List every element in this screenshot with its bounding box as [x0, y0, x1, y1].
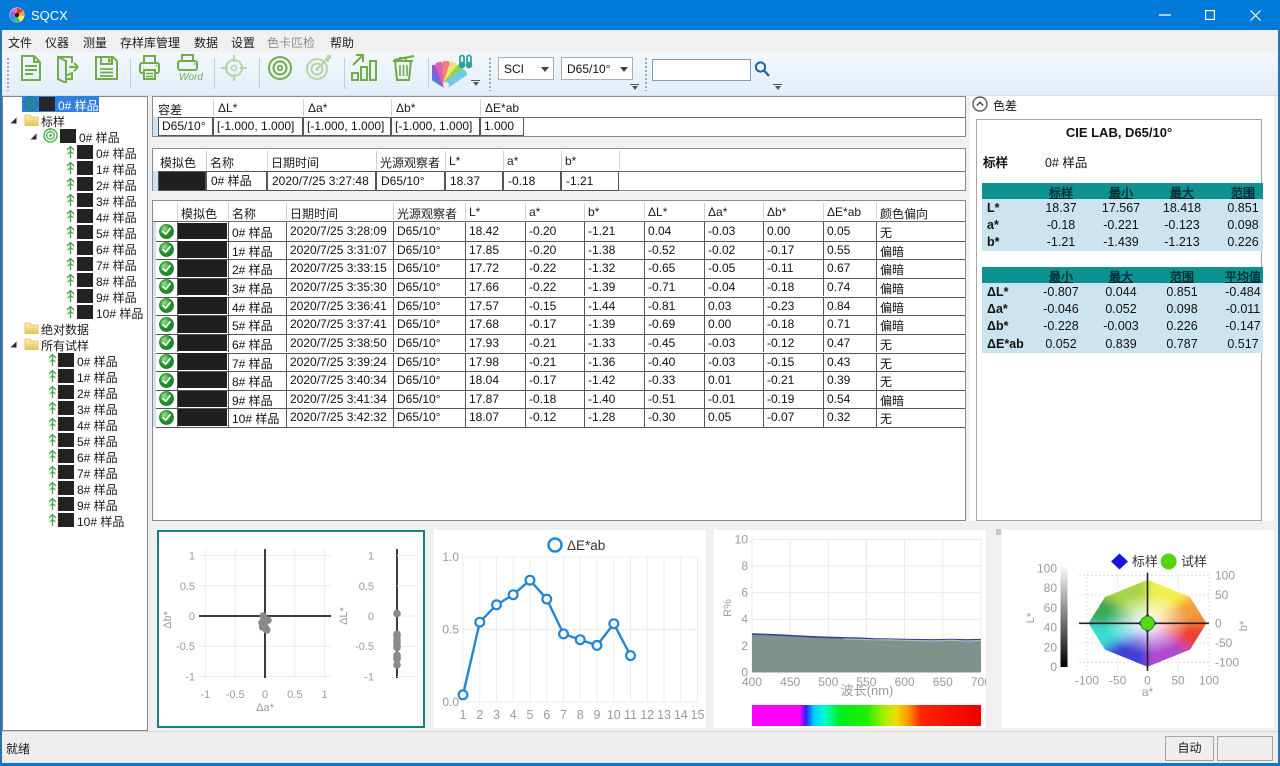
svg-text:b*: b* [1238, 620, 1250, 631]
svg-text:1: 1 [460, 708, 467, 722]
svg-text:14: 14 [674, 708, 688, 722]
svg-text:0: 0 [368, 611, 374, 623]
svg-text:波长(nm): 波长(nm) [841, 683, 894, 698]
svg-text:100: 100 [1199, 674, 1219, 688]
svg-text:10: 10 [735, 532, 749, 546]
svg-text:0.5: 0.5 [180, 581, 195, 593]
svg-text:100: 100 [1215, 569, 1235, 583]
svg-text:标样: 标样 [1132, 554, 1158, 569]
svg-text:8: 8 [741, 559, 748, 573]
svg-text:ΔE*ab: ΔE*ab [567, 538, 605, 553]
svg-text:7: 7 [560, 708, 567, 722]
svg-text:1: 1 [189, 551, 195, 563]
svg-text:a*: a* [1142, 685, 1154, 699]
svg-text:0: 0 [1215, 616, 1222, 630]
svg-text:-1: -1 [185, 672, 195, 684]
svg-text:ΔL*: ΔL* [338, 606, 350, 624]
svg-text:-100: -100 [1215, 656, 1239, 670]
svg-text:0: 0 [262, 689, 268, 701]
svg-text:15: 15 [691, 708, 705, 722]
svg-text:600: 600 [895, 675, 915, 689]
svg-text:5: 5 [527, 708, 534, 722]
svg-text:700: 700 [971, 675, 986, 689]
svg-text:400: 400 [742, 675, 762, 689]
svg-text:80: 80 [1044, 581, 1058, 595]
svg-text:L*: L* [1025, 612, 1037, 623]
svg-text:12: 12 [640, 708, 654, 722]
svg-text:-0.5: -0.5 [176, 641, 195, 653]
svg-text:40: 40 [1044, 621, 1058, 635]
svg-text:-0.5: -0.5 [226, 689, 245, 701]
svg-text:6: 6 [741, 586, 748, 600]
svg-text:500: 500 [818, 675, 838, 689]
svg-text:8: 8 [577, 708, 584, 722]
svg-text:9: 9 [594, 708, 601, 722]
svg-text:0: 0 [189, 611, 195, 623]
svg-text:-1: -1 [364, 672, 374, 684]
svg-text:0.5: 0.5 [442, 623, 459, 637]
svg-text:13: 13 [657, 708, 671, 722]
svg-text:50: 50 [1171, 674, 1185, 688]
svg-text:-0.5: -0.5 [355, 641, 374, 653]
svg-text:0.0: 0.0 [442, 695, 459, 709]
svg-text:0: 0 [1050, 660, 1057, 674]
svg-text:650: 650 [933, 675, 953, 689]
svg-text:3: 3 [493, 708, 500, 722]
svg-text:2: 2 [741, 639, 748, 653]
svg-text:60: 60 [1044, 601, 1058, 615]
svg-text:4: 4 [741, 612, 748, 626]
svg-text:Δb*: Δb* [162, 610, 174, 628]
svg-text:10: 10 [607, 708, 621, 722]
svg-text:试样: 试样 [1181, 554, 1207, 569]
svg-text:50: 50 [1215, 588, 1229, 602]
svg-text:-100: -100 [1075, 674, 1099, 688]
svg-text:R%: R% [722, 599, 734, 617]
svg-text:1: 1 [322, 689, 328, 701]
svg-text:450: 450 [780, 675, 800, 689]
svg-text:11: 11 [624, 708, 637, 722]
svg-text:20: 20 [1044, 640, 1058, 654]
svg-text:-1: -1 [201, 689, 211, 701]
svg-text:Word: Word [179, 72, 203, 83]
svg-text:0.5: 0.5 [287, 689, 302, 701]
svg-text:Δa*: Δa* [256, 702, 274, 714]
svg-text:4: 4 [510, 708, 517, 722]
svg-text:1.0: 1.0 [442, 550, 459, 564]
svg-text:-50: -50 [1215, 636, 1233, 650]
svg-text:1: 1 [368, 551, 374, 563]
svg-text:6: 6 [543, 708, 550, 722]
svg-text:-50: -50 [1109, 674, 1127, 688]
svg-text:100: 100 [1037, 562, 1057, 576]
svg-text:2: 2 [476, 708, 483, 722]
svg-text:0.5: 0.5 [359, 581, 374, 593]
